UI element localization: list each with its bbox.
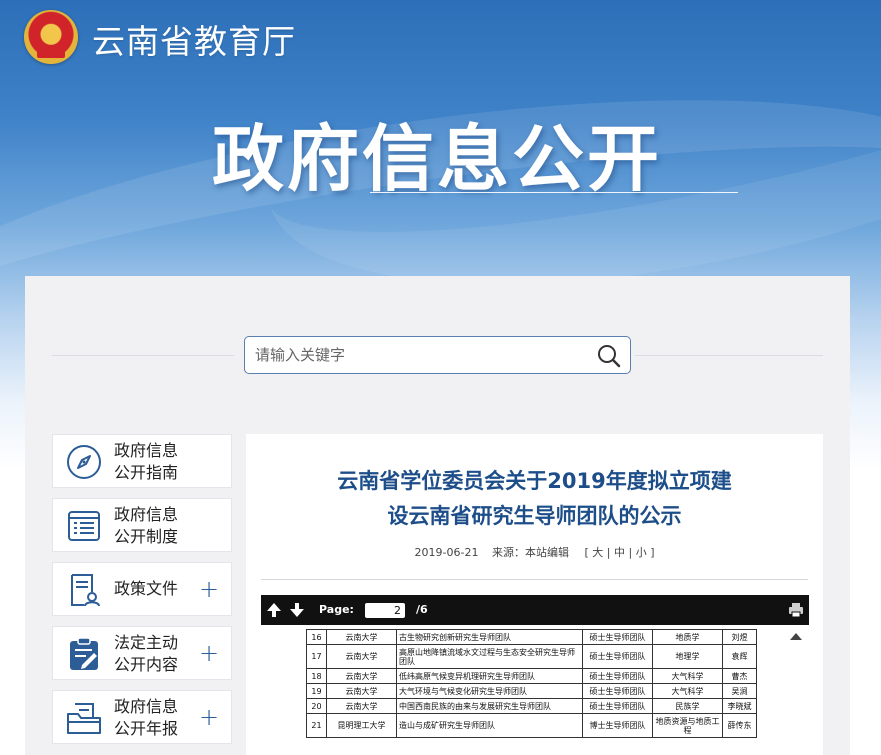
table-cell-type: 硕士生导师团队 [582, 698, 653, 714]
table-row: 18 云南大学 低纬高原气候变异机理研究生导师团队 硕士生导师团队 大气科学 曹杰 [306, 668, 757, 684]
table-row: 16 云南大学 古生物研究创新研究生导师团队 硕士生导师团队 地质学 刘煜 [306, 629, 757, 645]
table-cell-team: 低纬高原气候变异机理研究生导师团队 [396, 668, 583, 684]
divider [261, 579, 808, 580]
sidebar-item-label: 政策文件 [114, 579, 179, 598]
table-cell-school: 云南大学 [326, 644, 397, 669]
table-cell-no: 16 [306, 629, 327, 645]
page-title: 政府信息公开 [212, 117, 663, 201]
document-list-icon [68, 511, 100, 541]
divider [52, 355, 234, 356]
sidebar-item-system[interactable]: 政府信息 公开制度 [52, 498, 232, 552]
page-number-input[interactable] [365, 603, 405, 618]
scroll-up-arrow-icon[interactable] [790, 633, 802, 640]
policy-file-icon [71, 574, 100, 607]
sidebar-item-guide[interactable]: 政府信息 公开指南 [52, 434, 232, 488]
page-label: Page: [319, 603, 354, 616]
article-meta: 2019-06-21 来源：本站编辑 [ 大 | 中 | 小 ] [246, 544, 823, 560]
search-box [244, 336, 631, 374]
pdf-toolbar: Page: /6 [261, 595, 809, 625]
font-size-large[interactable]: 大 [592, 546, 603, 559]
site-name[interactable]: 云南省教育厅 [92, 15, 296, 63]
table-cell-school: 云南大学 [326, 683, 397, 699]
table-cell-no: 18 [306, 668, 327, 684]
sidebar-item-label: 政府信息 公开指南 [114, 441, 179, 482]
table-cell-no: 19 [306, 683, 327, 699]
table-cell-team: 大气环境与气候变化研究生导师团队 [396, 683, 583, 699]
main-panel: 政府信息 公开指南 政府信息 公开制度 政策文件 + [25, 276, 850, 755]
table-cell-leader: 李晓斌 [722, 698, 757, 714]
table-cell-school: 云南大学 [326, 698, 397, 714]
expand-plus-icon[interactable]: + [199, 641, 219, 665]
page-down-icon[interactable] [288, 601, 306, 619]
page-up-icon[interactable] [265, 601, 283, 619]
pdf-viewer: Page: /6 16云南大学古生物研究创新研究生导师团队硕士生导师团队地质学刘… [261, 595, 809, 755]
article-title: 云南省学位委员会关于2019年度拟立项建 设云南省研究生导师团队的公示 [246, 464, 823, 534]
table-cell-leader: 吴涧 [722, 683, 757, 699]
font-size-small[interactable]: 小 [636, 546, 647, 559]
article: 云南省学位委员会关于2019年度拟立项建 设云南省研究生导师团队的公示 2019… [246, 434, 823, 755]
table-cell-school: 昆明理工大学 [326, 713, 397, 738]
table-cell-type: 硕士生导师团队 [582, 668, 653, 684]
sidebar-item-statutory[interactable]: 法定主动 公开内容 + [52, 626, 232, 680]
table-cell-field: 地理学 [652, 644, 723, 669]
table-cell-school: 云南大学 [326, 668, 397, 684]
table-cell-no: 21 [306, 713, 327, 738]
search-icon[interactable] [596, 343, 622, 369]
print-icon[interactable] [787, 601, 805, 619]
pdf-page: 16 云南大学 古生物研究创新研究生导师团队 硕士生导师团队 地质学 刘煜 17 云南大学 高原… [261, 625, 781, 755]
page-total: /6 [416, 603, 428, 616]
table-cell-leader: 薛传东 [722, 713, 757, 738]
table-cell-no: 20 [306, 698, 327, 714]
sidebar-item-label: 政府信息 公开年报 [114, 697, 179, 738]
table-cell-field: 地质资源与地质工程 [652, 713, 723, 738]
article-date: 2019-06-21 [414, 546, 479, 559]
table-cell-type: 博士生导师团队 [582, 713, 653, 738]
sidebar-item-policy[interactable]: 政策文件 + [52, 562, 232, 616]
expand-plus-icon[interactable]: + [199, 705, 219, 729]
table-cell-field: 民族学 [652, 698, 723, 714]
table-cell-team: 中国西南民族的由来与发展研究生导师团队 [396, 698, 583, 714]
national-emblem-icon[interactable] [24, 10, 78, 64]
article-title-line: 云南省学位委员会关于2019年度拟立项建 [337, 469, 732, 493]
table-cell-type: 硕士生导师团队 [582, 644, 653, 669]
clipboard-edit-icon [70, 637, 98, 670]
bracket: [ [584, 546, 589, 559]
sidebar-item-annual-report[interactable]: 政府信息 公开年报 + [52, 690, 232, 744]
table-cell-leader: 曹杰 [722, 668, 757, 684]
title-underline [370, 192, 738, 193]
table-cell-type: 硕士生导师团队 [582, 629, 653, 645]
bracket: ] [650, 546, 655, 559]
table-row: 17 云南大学 高原山地降镇流域水文过程与生态安全研究生导师团队 硕士生导师团队 地理学… [306, 644, 757, 669]
pdf-scrollbar[interactable] [781, 625, 809, 755]
table-cell-leader: 袁辉 [722, 644, 757, 669]
table-cell-team: 高原山地降镇流域水文过程与生态安全研究生导师团队 [396, 644, 583, 669]
article-title-line: 设云南省研究生导师团队的公示 [387, 504, 682, 528]
table-row: 21 昆明理工大学 造山与成矿研究生导师团队 博士生导师团队 地质资源与地质工程 薛传东 [306, 713, 757, 738]
compass-icon [67, 445, 101, 479]
article-source: 来源：本站编辑 [491, 546, 569, 559]
table-row: 19 云南大学 大气环境与气候变化研究生导师团队 硕士生导师团队 大气科学 吴涧 [306, 683, 757, 699]
table-cell-team: 造山与成矿研究生导师团队 [396, 713, 583, 738]
table-cell-field: 大气科学 [652, 668, 723, 684]
table-cell-field: 地质学 [652, 629, 723, 645]
team-table: 16 云南大学 古生物研究创新研究生导师团队 硕士生导师团队 地质学 刘煜 17 云南大学 高原… [306, 629, 757, 738]
search-input[interactable] [255, 343, 585, 367]
table-cell-no: 17 [306, 644, 327, 669]
table-row: 20 云南大学 中国西南民族的由来与发展研究生导师团队 硕士生导师团队 民族学 李晓斌 [306, 698, 757, 714]
sidebar-item-label: 法定主动 公开内容 [114, 633, 179, 674]
table-cell-type: 硕士生导师团队 [582, 683, 653, 699]
table-cell-school: 云南大学 [326, 629, 397, 645]
font-size-switcher: [ 大 | 中 | 小 ] [584, 546, 654, 559]
sidebar-item-label: 政府信息 公开制度 [114, 505, 179, 546]
table-cell-field: 大气科学 [652, 683, 723, 699]
table-cell-leader: 刘煜 [722, 629, 757, 645]
font-size-medium[interactable]: 中 [614, 546, 625, 559]
table-cell-team: 古生物研究创新研究生导师团队 [396, 629, 583, 645]
separator: | [606, 546, 611, 559]
separator: | [628, 546, 633, 559]
divider [635, 355, 823, 356]
expand-plus-icon[interactable]: + [199, 577, 219, 601]
folder-report-icon [67, 703, 101, 734]
